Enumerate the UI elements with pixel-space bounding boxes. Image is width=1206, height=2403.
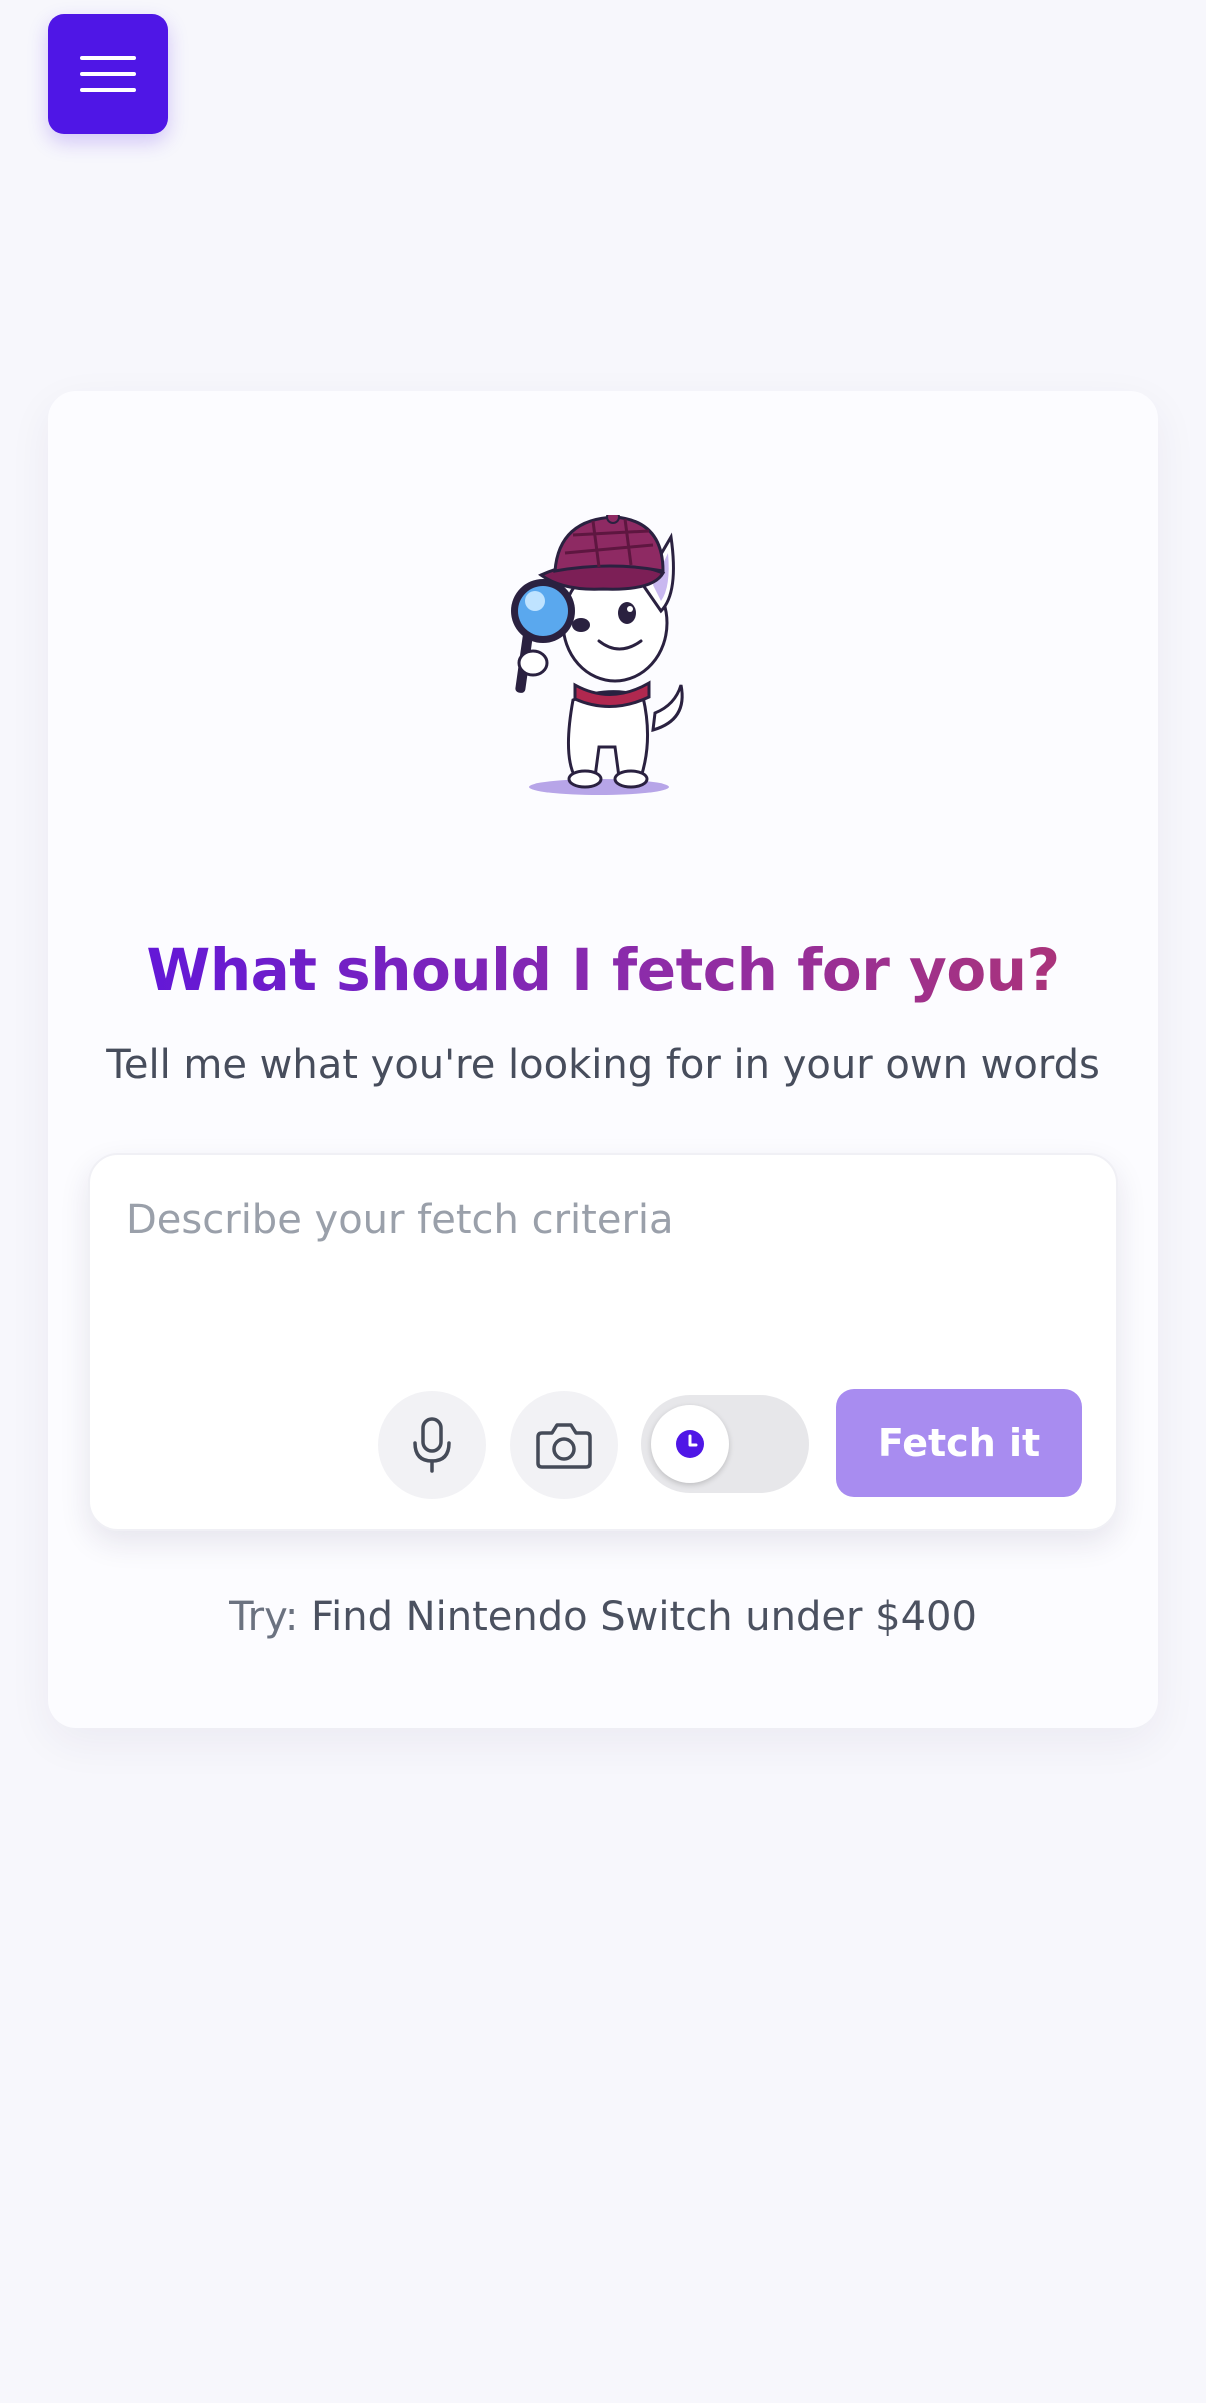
- menu-button[interactable]: [48, 14, 168, 134]
- search-card: What should I fetch for you? Tell me wha…: [48, 391, 1158, 1728]
- schedule-toggle[interactable]: [641, 1395, 809, 1493]
- camera-icon: [536, 1423, 592, 1469]
- toggle-knob: [651, 1405, 729, 1483]
- microphone-icon: [413, 1417, 451, 1473]
- criteria-input[interactable]: [126, 1195, 1066, 1315]
- suggestion-prefix: Try:: [229, 1594, 312, 1640]
- clock-icon: [676, 1430, 704, 1458]
- fetch-button[interactable]: Fetch it: [836, 1389, 1082, 1497]
- search-panel: Fetch it: [88, 1153, 1118, 1531]
- suggestion-example-link[interactable]: Find Nintendo Switch under $400: [311, 1594, 977, 1640]
- camera-button[interactable]: [510, 1391, 618, 1499]
- page-title: What should I fetch for you?: [48, 935, 1158, 1005]
- suggestion: Try: Find Nintendo Switch under $400: [48, 1591, 1158, 1643]
- page-subtitle: Tell me what you're looking for in your …: [106, 1042, 1100, 1088]
- detective-dog-mascot: [511, 515, 684, 795]
- microphone-button[interactable]: [378, 1391, 486, 1499]
- hamburger-menu-icon: [80, 56, 136, 92]
